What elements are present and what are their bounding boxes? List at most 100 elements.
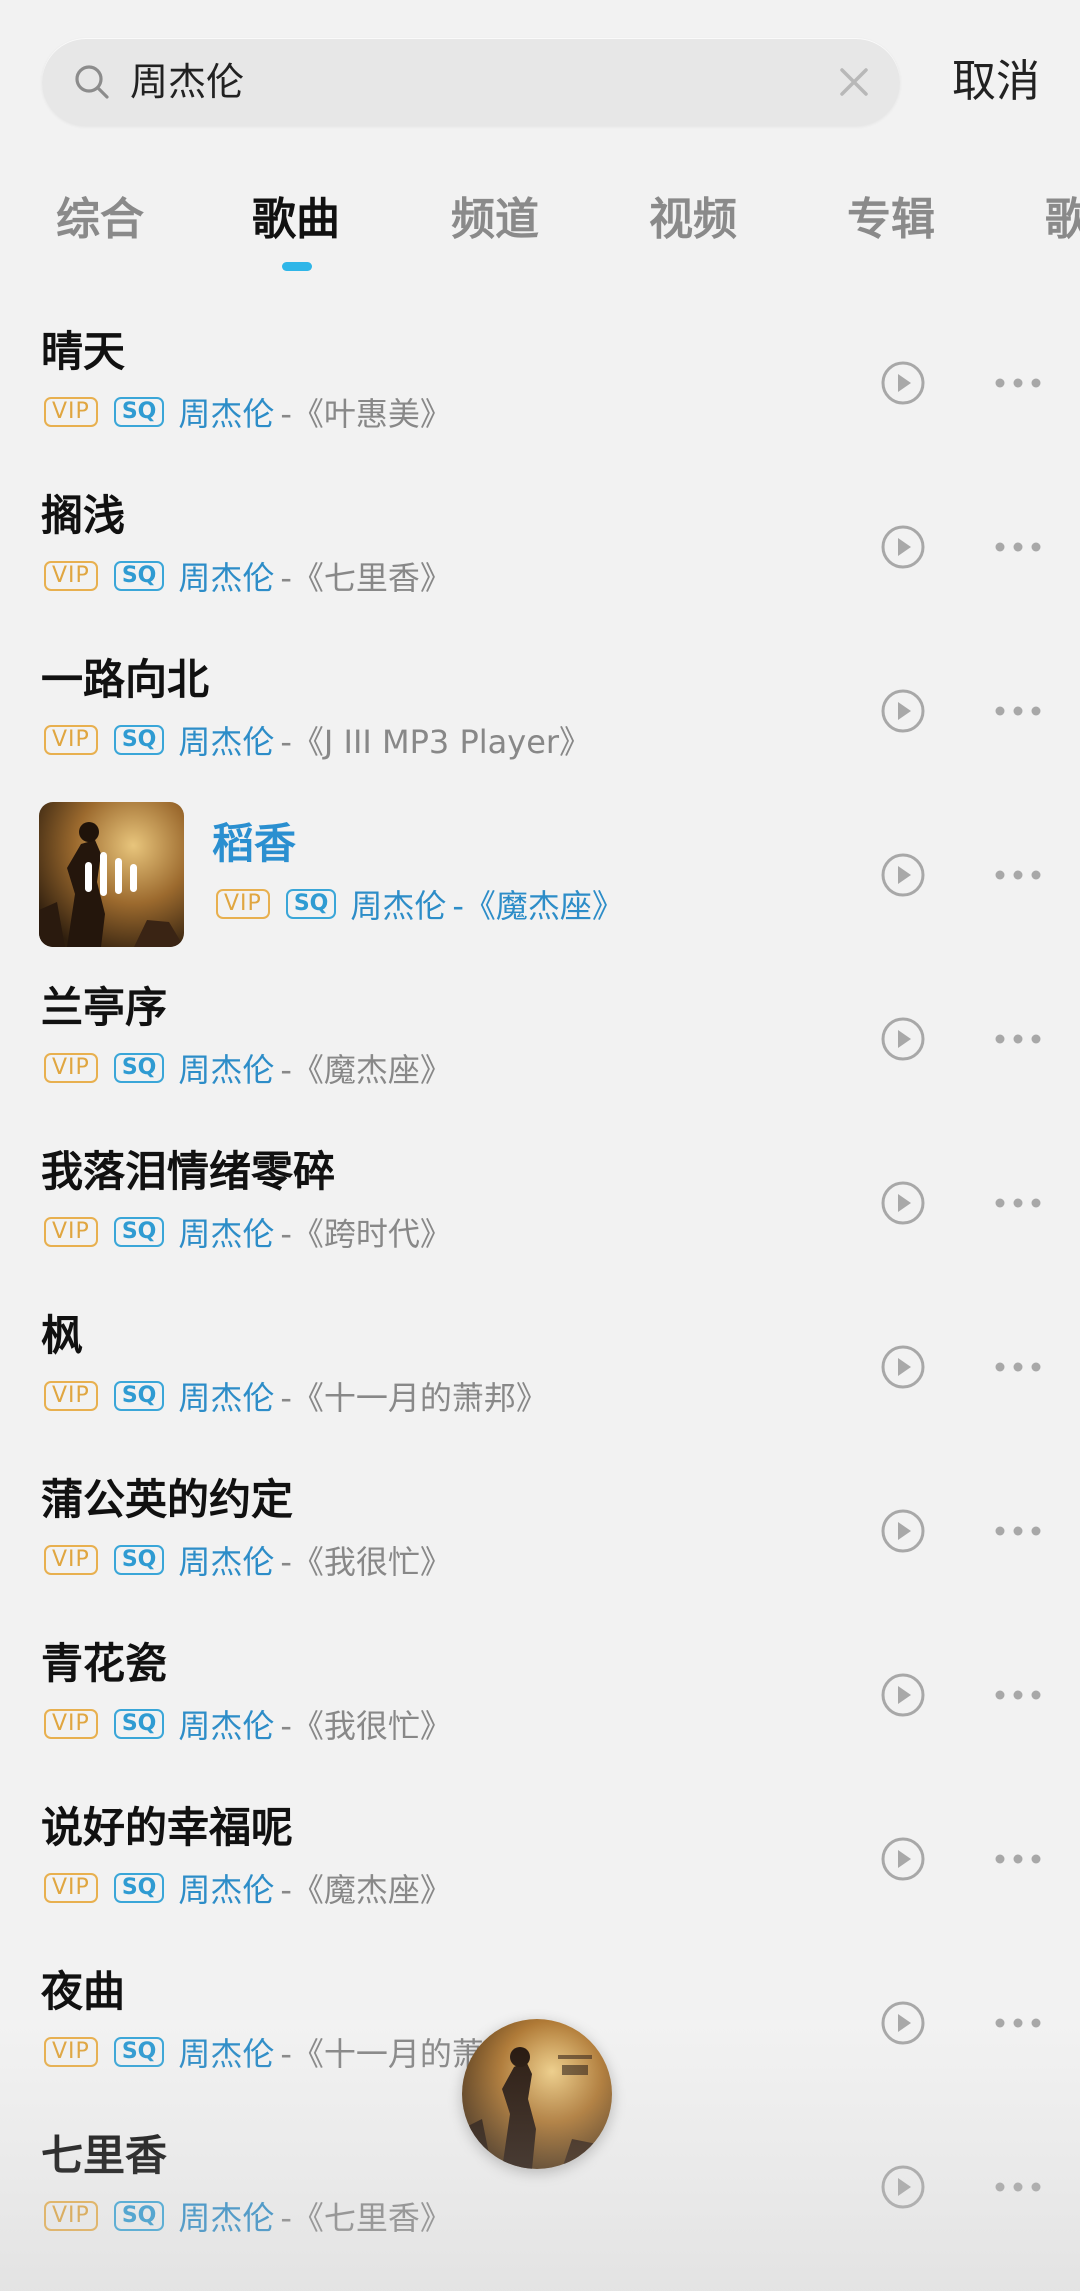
tab-channels[interactable]: 频道 (451, 188, 539, 252)
play-video-icon[interactable] (880, 1344, 926, 1390)
song-title: 青花瓷 (41, 1639, 168, 1688)
sq-badge: SQ (113, 2037, 165, 2067)
song-title: 枫 (41, 1311, 84, 1360)
sq-badge: SQ (113, 2201, 165, 2231)
play-video-icon[interactable] (880, 1180, 926, 1226)
more-options-icon[interactable] (994, 1360, 1042, 1374)
search-input[interactable]: 周杰伦 (130, 38, 244, 126)
play-video-icon[interactable] (880, 852, 926, 898)
artist-name[interactable]: 周杰伦 (178, 1045, 274, 1091)
vip-badge: VIP (44, 1709, 98, 1739)
album-art[interactable] (39, 802, 184, 947)
vip-badge: VIP (44, 397, 98, 427)
more-options-icon[interactable] (994, 540, 1042, 554)
song-row[interactable]: 说好的幸福呢 VIP SQ 周杰伦 -《魔杰座》 (0, 1776, 1080, 1940)
sq-badge: SQ (113, 397, 165, 427)
cancel-button[interactable]: 取消 (952, 52, 1040, 112)
vip-badge: VIP (44, 1381, 98, 1411)
more-options-icon[interactable] (994, 868, 1042, 882)
more-options-icon[interactable] (994, 2180, 1042, 2194)
more-options-icon[interactable] (994, 704, 1042, 718)
more-options-icon[interactable] (994, 1524, 1042, 1538)
song-title: 稻香 (212, 819, 297, 868)
song-meta: VIP SQ 周杰伦 -《魔杰座》 (216, 881, 624, 927)
song-title: 说好的幸福呢 (41, 1803, 294, 1852)
song-title: 蒲公英的约定 (41, 1475, 294, 1524)
mini-player-album-art[interactable] (462, 2019, 612, 2169)
tab-more[interactable]: 歌 (1045, 188, 1080, 252)
artist-name[interactable]: 周杰伦 (178, 1209, 274, 1255)
song-row[interactable]: 青花瓷 VIP SQ 周杰伦 -《我很忙》 (0, 1612, 1080, 1776)
song-meta: VIP SQ 周杰伦 -《魔杰座》 (44, 1045, 452, 1091)
song-row[interactable]: 稻香 VIP SQ 周杰伦 -《魔杰座》 (0, 792, 1080, 956)
vip-badge: VIP (44, 1873, 98, 1903)
song-row[interactable]: 我落泪情绪零碎 VIP SQ 周杰伦 -《跨时代》 (0, 1120, 1080, 1284)
vip-badge: VIP (44, 2037, 98, 2067)
now-playing-equalizer-icon (85, 852, 137, 896)
more-options-icon[interactable] (994, 1032, 1042, 1046)
song-row[interactable]: 一路向北 VIP SQ 周杰伦 -《J III MP3 Player》 (0, 628, 1080, 792)
sq-badge: SQ (113, 561, 165, 591)
song-meta: VIP SQ 周杰伦 -《跨时代》 (44, 1209, 452, 1255)
more-options-icon[interactable] (994, 1196, 1042, 1210)
artist-name[interactable]: 周杰伦 (178, 1701, 274, 1747)
play-video-icon[interactable] (880, 1016, 926, 1062)
artist-name[interactable]: 周杰伦 (178, 717, 274, 763)
song-row[interactable]: 枫 VIP SQ 周杰伦 -《十一月的萧邦》 (0, 1284, 1080, 1448)
search-bar[interactable]: 周杰伦 (42, 38, 900, 126)
artist-name[interactable]: 周杰伦 (178, 1537, 274, 1583)
play-video-icon[interactable] (880, 688, 926, 734)
clear-icon[interactable] (836, 64, 872, 100)
tab-all[interactable]: 综合 (56, 188, 144, 252)
song-row[interactable]: 晴天 VIP SQ 周杰伦 -《叶惠美》 (0, 300, 1080, 464)
album-name: -《七里香》 (280, 559, 452, 597)
sq-badge: SQ (113, 1709, 165, 1739)
song-meta: VIP SQ 周杰伦 -《七里香》 (44, 2193, 452, 2239)
sq-badge: SQ (113, 1381, 165, 1411)
song-title: 兰亭序 (41, 983, 168, 1032)
vip-badge: VIP (44, 1545, 98, 1575)
artist-name[interactable]: 周杰伦 (178, 553, 274, 599)
album-name: -《十一月的萧邦》 (280, 1379, 548, 1417)
song-row[interactable]: 搁浅 VIP SQ 周杰伦 -《七里香》 (0, 464, 1080, 628)
song-title: 夜曲 (41, 1967, 126, 2016)
artist-name[interactable]: 周杰伦 (178, 1865, 274, 1911)
song-meta: VIP SQ 周杰伦 -《我很忙》 (44, 1701, 452, 1747)
play-video-icon[interactable] (880, 360, 926, 406)
sq-badge: SQ (113, 1873, 165, 1903)
song-title: 七里香 (41, 2131, 168, 2180)
play-video-icon[interactable] (880, 2000, 926, 2046)
search-icon (75, 65, 109, 99)
album-name: -《跨时代》 (280, 1215, 452, 1253)
artist-name[interactable]: 周杰伦 (178, 2193, 274, 2239)
artist-name[interactable]: 周杰伦 (178, 1373, 274, 1419)
tab-videos[interactable]: 视频 (649, 188, 737, 252)
play-video-icon[interactable] (880, 1672, 926, 1718)
more-options-icon[interactable] (994, 1852, 1042, 1866)
song-title: 晴天 (41, 327, 126, 376)
play-video-icon[interactable] (880, 1836, 926, 1882)
search-tabs: 综合 歌曲 频道 视频 专辑 歌 (0, 188, 1080, 278)
artist-name[interactable]: 周杰伦 (178, 2029, 274, 2075)
album-name: -《魔杰座》 (280, 1871, 452, 1909)
song-title: 我落泪情绪零碎 (41, 1147, 336, 1196)
song-meta: VIP SQ 周杰伦 -《J III MP3 Player》 (44, 717, 592, 763)
more-options-icon[interactable] (994, 2016, 1042, 2030)
album-name: -《J III MP3 Player》 (280, 723, 592, 761)
more-options-icon[interactable] (994, 376, 1042, 390)
sq-badge: SQ (113, 1217, 165, 1247)
song-row[interactable]: 兰亭序 VIP SQ 周杰伦 -《魔杰座》 (0, 956, 1080, 1120)
sq-badge: SQ (113, 725, 165, 755)
play-video-icon[interactable] (880, 524, 926, 570)
tab-albums[interactable]: 专辑 (847, 188, 935, 252)
song-row[interactable]: 蒲公英的约定 VIP SQ 周杰伦 -《我很忙》 (0, 1448, 1080, 1612)
sq-badge: SQ (113, 1545, 165, 1575)
play-video-icon[interactable] (880, 1508, 926, 1554)
vip-badge: VIP (44, 725, 98, 755)
more-options-icon[interactable] (994, 1688, 1042, 1702)
play-video-icon[interactable] (880, 2164, 926, 2210)
artist-name[interactable]: 周杰伦 (350, 881, 446, 927)
album-name: -《我很忙》 (280, 1543, 452, 1581)
tab-songs[interactable]: 歌曲 (252, 188, 340, 252)
artist-name[interactable]: 周杰伦 (178, 389, 274, 435)
